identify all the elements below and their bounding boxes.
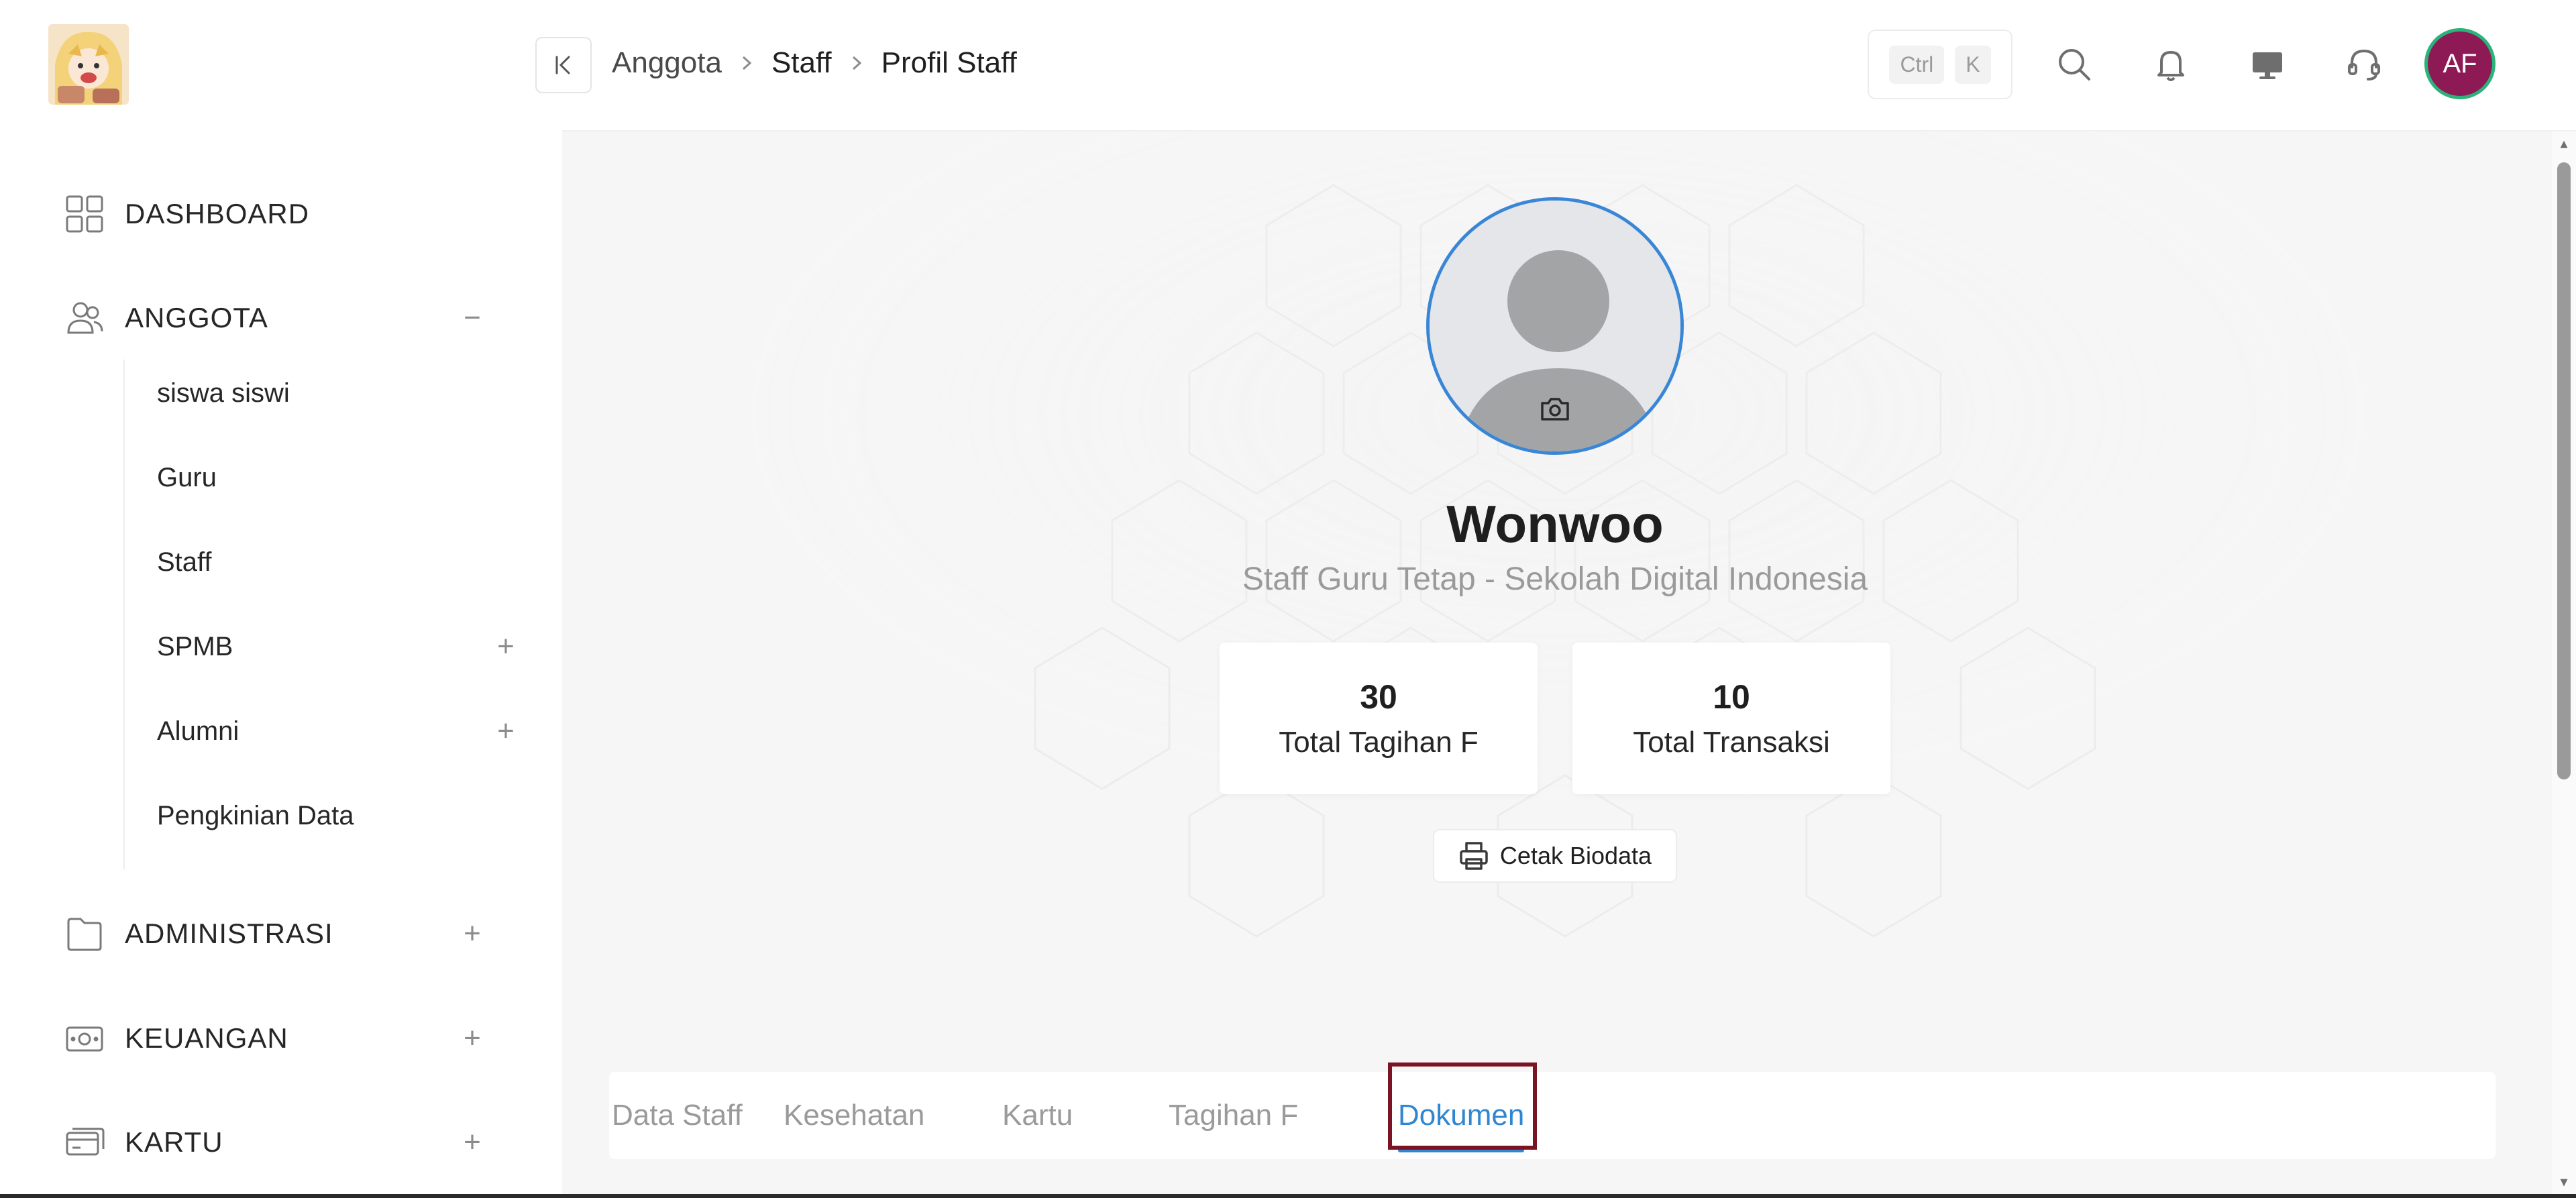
stat-card-total-tagihan: 30 Total Tagihan F bbox=[1220, 643, 1538, 794]
stat-value: 10 bbox=[1713, 678, 1750, 716]
stat-label: Total Transaksi bbox=[1633, 726, 1830, 759]
stat-label: Total Tagihan F bbox=[1279, 726, 1479, 759]
sidebar-item-staff[interactable]: Staff bbox=[157, 529, 533, 596]
nav-administrasi[interactable]: ADMINISTRASI + bbox=[0, 893, 562, 974]
expand-alumni-toggle[interactable]: + bbox=[490, 715, 522, 747]
chevron-right-icon bbox=[849, 53, 864, 73]
sidebar-item-label: Staff bbox=[157, 547, 212, 577]
nav-kartu[interactable]: KARTU + bbox=[0, 1102, 562, 1183]
nav-administrasi-label: ADMINISTRASI bbox=[125, 918, 333, 949]
nav-dashboard[interactable]: DASHBOARD bbox=[0, 174, 562, 254]
kbd-ctrl: Ctrl bbox=[1889, 45, 1945, 84]
search-button[interactable] bbox=[2053, 43, 2096, 86]
collapse-anggota-toggle[interactable]: − bbox=[456, 302, 488, 334]
sidebar-item-spmb[interactable]: SPMB + bbox=[157, 613, 533, 680]
sidebar-item-label: siswa siswi bbox=[157, 378, 290, 408]
expand-spmb-toggle[interactable]: + bbox=[490, 631, 522, 663]
sidebar-item-siswa-siswi[interactable]: siswa siswi bbox=[157, 360, 533, 427]
sidebar-item-label: SPMB bbox=[157, 631, 233, 661]
monitor-icon bbox=[2253, 52, 2282, 79]
vertical-scrollbar[interactable]: ▴ ▾ bbox=[2552, 131, 2576, 1198]
sidebar-item-alumni[interactable]: Alumni + bbox=[157, 698, 533, 765]
tab-kartu[interactable]: Kartu bbox=[1002, 1072, 1073, 1159]
sidebar-item-label: Guru bbox=[157, 462, 217, 492]
tab-data-staff[interactable]: Data Staff bbox=[612, 1072, 743, 1159]
chevron-right-icon bbox=[739, 53, 754, 73]
profile-subtitle: Staff Guru Tetap - Sekolah Digital Indon… bbox=[1242, 561, 1868, 597]
change-photo-button[interactable] bbox=[1538, 394, 1572, 424]
scroll-down-arrow-icon[interactable]: ▾ bbox=[2557, 1175, 2571, 1189]
stat-card-total-transaksi: 10 Total Transaksi bbox=[1572, 643, 1890, 794]
print-biodata-button[interactable]: Cetak Biodata bbox=[1433, 829, 1677, 883]
money-icon bbox=[66, 1026, 103, 1052]
print-biodata-label: Cetak Biodata bbox=[1499, 842, 1652, 869]
card-icon bbox=[66, 1128, 105, 1156]
breadcrumb-profil-staff: Profil Staff bbox=[881, 46, 1017, 79]
tab-label: Kesehatan bbox=[784, 1099, 925, 1132]
logo-illustration-icon bbox=[48, 24, 129, 105]
grid-icon bbox=[66, 195, 103, 233]
nav-anggota[interactable]: ANGGOTA − bbox=[0, 278, 562, 358]
scrollbar-thumb[interactable] bbox=[2557, 162, 2571, 779]
camera-icon bbox=[1541, 398, 1569, 421]
anggota-submenu: siswa siswi Guru Staff SPMB + Alumni + P… bbox=[123, 360, 526, 869]
expand-kartu-toggle[interactable]: + bbox=[456, 1126, 488, 1158]
nav-keuangan[interactable]: KEUANGAN + bbox=[0, 998, 562, 1079]
printer-icon bbox=[1460, 842, 1488, 870]
expand-keuangan-toggle[interactable]: + bbox=[456, 1022, 488, 1054]
support-button[interactable] bbox=[2343, 43, 2385, 86]
collapse-left-icon bbox=[555, 56, 570, 74]
users-icon bbox=[67, 302, 103, 334]
nav-keuangan-label: KEUANGAN bbox=[125, 1022, 288, 1054]
breadcrumb-staff[interactable]: Staff bbox=[771, 46, 832, 80]
profile-name: Wonwoo bbox=[1446, 494, 1664, 553]
breadcrumb-anggota[interactable]: Anggota bbox=[612, 46, 722, 80]
expand-administrasi-toggle[interactable]: + bbox=[456, 918, 488, 950]
bell-icon bbox=[2157, 51, 2184, 81]
breadcrumb: Anggota Staff Profil Staff bbox=[612, 42, 1017, 85]
focus-highlight-box bbox=[1388, 1063, 1537, 1150]
window-bottom-edge bbox=[0, 1194, 2576, 1198]
command-shortcut-button[interactable]: Ctrl K bbox=[1868, 30, 2012, 99]
topbar: Anggota Staff Profil Staff Ctrl K AF bbox=[535, 0, 2576, 131]
main-content: Wonwoo Staff Guru Tetap - Sekolah Digita… bbox=[562, 131, 2552, 1198]
user-avatar[interactable]: AF bbox=[2424, 28, 2496, 99]
nav-kartu-label: KARTU bbox=[125, 1126, 223, 1158]
tab-kesehatan[interactable]: Kesehatan bbox=[784, 1072, 924, 1159]
tab-label: Data Staff bbox=[612, 1099, 743, 1132]
display-mode-button[interactable] bbox=[2246, 43, 2289, 86]
sidebar-item-guru[interactable]: Guru bbox=[157, 444, 533, 511]
stat-value: 30 bbox=[1360, 678, 1397, 716]
sidebar: DASHBOARD ANGGOTA − siswa siswi Guru Sta… bbox=[0, 0, 562, 1198]
sidebar-item-label: Alumni bbox=[157, 716, 239, 746]
kbd-k: K bbox=[1955, 45, 1991, 84]
tab-tagihan-f[interactable]: Tagihan F bbox=[1169, 1072, 1298, 1159]
tab-label: Kartu bbox=[1002, 1099, 1073, 1132]
nav-anggota-label: ANGGOTA bbox=[125, 302, 268, 333]
app-logo[interactable] bbox=[48, 24, 129, 105]
folder-icon bbox=[67, 918, 102, 951]
tab-label: Tagihan F bbox=[1169, 1099, 1299, 1132]
headset-icon bbox=[2348, 49, 2380, 80]
notifications-button[interactable] bbox=[2149, 43, 2192, 86]
profile-tabs: Data Staff Kesehatan Kartu Tagihan F Dok… bbox=[609, 1063, 2496, 1159]
sidebar-item-label: Pengkinian Data bbox=[157, 800, 354, 830]
nav-dashboard-label: DASHBOARD bbox=[125, 198, 310, 229]
scroll-up-arrow-icon[interactable]: ▴ bbox=[2557, 136, 2571, 151]
search-icon bbox=[2059, 49, 2090, 80]
collapse-sidebar-button[interactable] bbox=[535, 37, 592, 93]
sidebar-item-pengkinian-data[interactable]: Pengkinian Data bbox=[157, 782, 533, 849]
